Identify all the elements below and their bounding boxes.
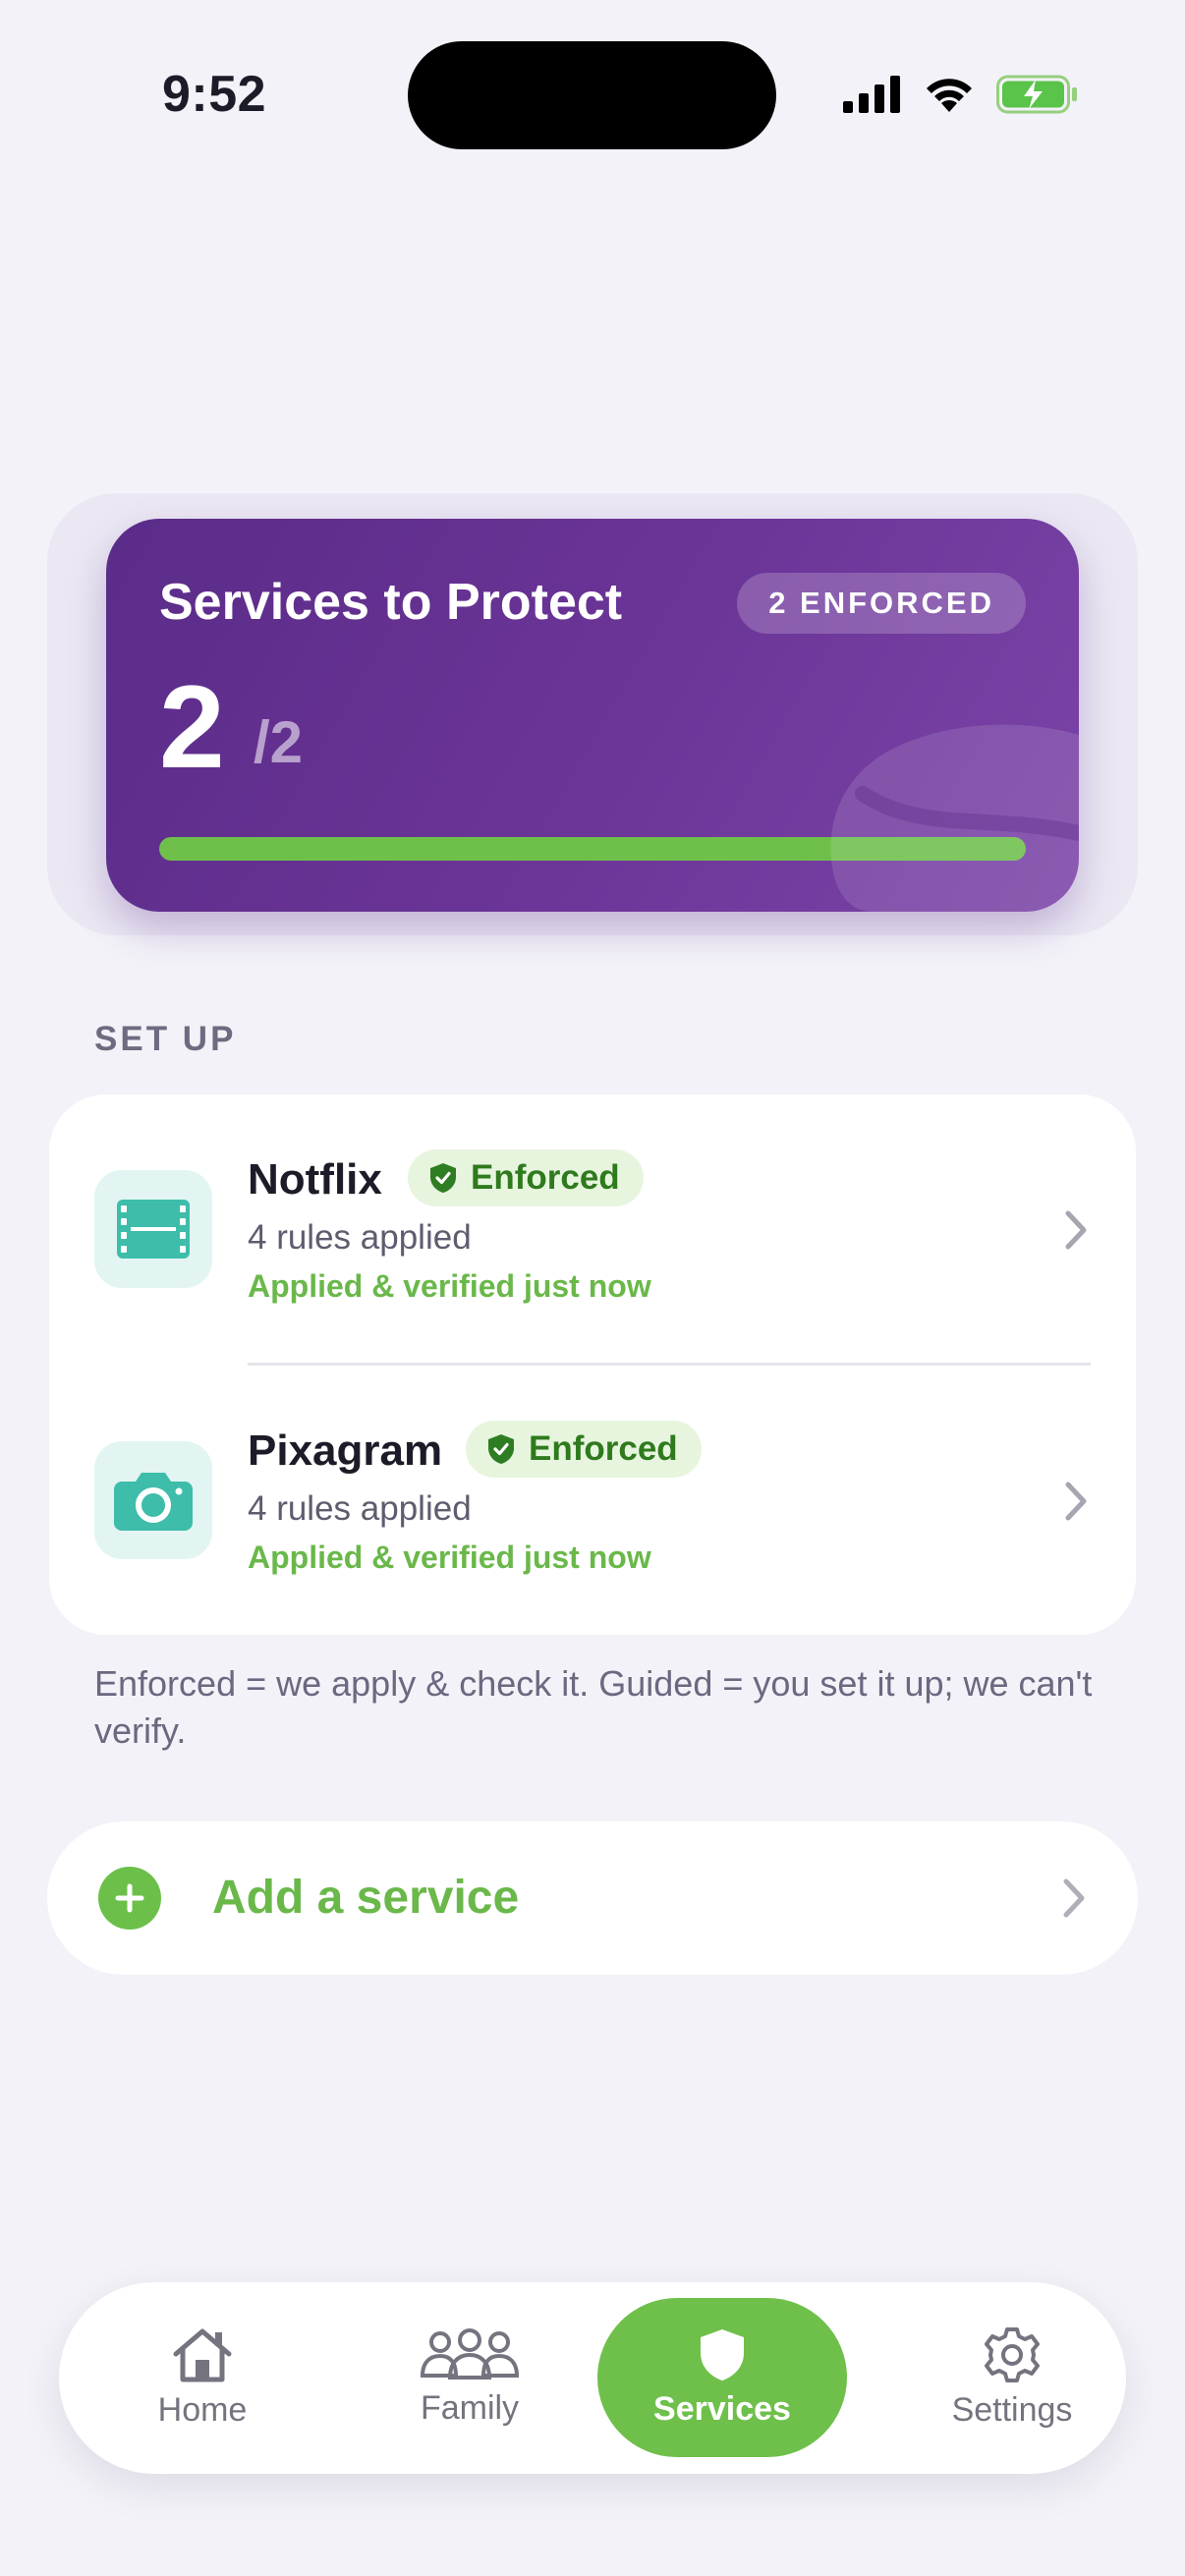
verification-status: Applied & verified just now bbox=[248, 1540, 651, 1575]
leaf-watermark-icon bbox=[830, 724, 1079, 912]
service-name: Notflix bbox=[248, 1155, 382, 1204]
enforcement-footnote: Enforced = we apply & check it. Guided =… bbox=[94, 1663, 1093, 1751]
tab-home[interactable]: Home bbox=[104, 2298, 301, 2457]
tab-label: Family bbox=[420, 2388, 520, 2427]
chevron-right-icon bbox=[1063, 1878, 1085, 1918]
status-time: 9:52 bbox=[162, 66, 267, 123]
enforced-badge: Enforced bbox=[408, 1149, 644, 1206]
rules-count: 4 rules applied bbox=[248, 1489, 472, 1528]
gear-icon bbox=[985, 2326, 1040, 2382]
total-count: /2 bbox=[254, 709, 304, 775]
enforced-badge: Enforced bbox=[466, 1421, 702, 1478]
home-icon bbox=[173, 2328, 232, 2381]
enforced-badge-label: Enforced bbox=[471, 1158, 620, 1197]
film-icon bbox=[94, 1170, 212, 1288]
hero-title: Services to Protect bbox=[159, 574, 623, 631]
tab-services[interactable]: Services bbox=[597, 2298, 847, 2457]
tab-family[interactable]: Family bbox=[362, 2298, 578, 2457]
shield-check-icon bbox=[488, 1434, 514, 1464]
add-service-button[interactable]: Add a service bbox=[47, 1821, 1138, 1975]
tab-label: Services bbox=[653, 2389, 791, 2428]
tab-bar: Home Family Services Settings bbox=[59, 2282, 1126, 2474]
service-row-notflix[interactable]: Notflix Enforced 4 rules applied Applied… bbox=[49, 1094, 1136, 1366]
dynamic-island bbox=[408, 41, 776, 149]
shield-check-icon bbox=[430, 1163, 456, 1193]
section-label: SET UP bbox=[94, 1020, 237, 1058]
camera-icon bbox=[94, 1441, 212, 1559]
services-summary-card: Services to Protect 2 ENFORCED 2 /2 bbox=[106, 519, 1079, 912]
tab-label: Settings bbox=[951, 2390, 1073, 2429]
add-service-label: Add a service bbox=[212, 1872, 520, 1924]
chevron-right-icon bbox=[1065, 1482, 1087, 1521]
service-name: Pixagram bbox=[248, 1427, 443, 1475]
enforced-count-badge: 2 ENFORCED bbox=[737, 573, 1026, 634]
enforced-badge-label: Enforced bbox=[529, 1429, 678, 1468]
wifi-icon bbox=[927, 79, 972, 112]
protected-count: 2 bbox=[159, 661, 225, 793]
status-icons bbox=[843, 71, 1079, 118]
rules-count: 4 rules applied bbox=[248, 1218, 472, 1257]
tab-label: Home bbox=[157, 2390, 248, 2429]
verification-status: Applied & verified just now bbox=[248, 1268, 651, 1304]
tab-settings[interactable]: Settings bbox=[914, 2298, 1110, 2457]
signal-icon bbox=[843, 76, 900, 113]
battery-charging-icon bbox=[996, 75, 1077, 114]
service-row-pixagram[interactable]: Pixagram Enforced 4 rules applied Applie… bbox=[49, 1366, 1136, 1637]
services-list: Notflix Enforced 4 rules applied Applied… bbox=[49, 1094, 1136, 1635]
plus-icon bbox=[98, 1867, 161, 1930]
chevron-right-icon bbox=[1065, 1210, 1087, 1250]
shield-icon bbox=[701, 2328, 744, 2380]
family-icon bbox=[420, 2327, 520, 2380]
